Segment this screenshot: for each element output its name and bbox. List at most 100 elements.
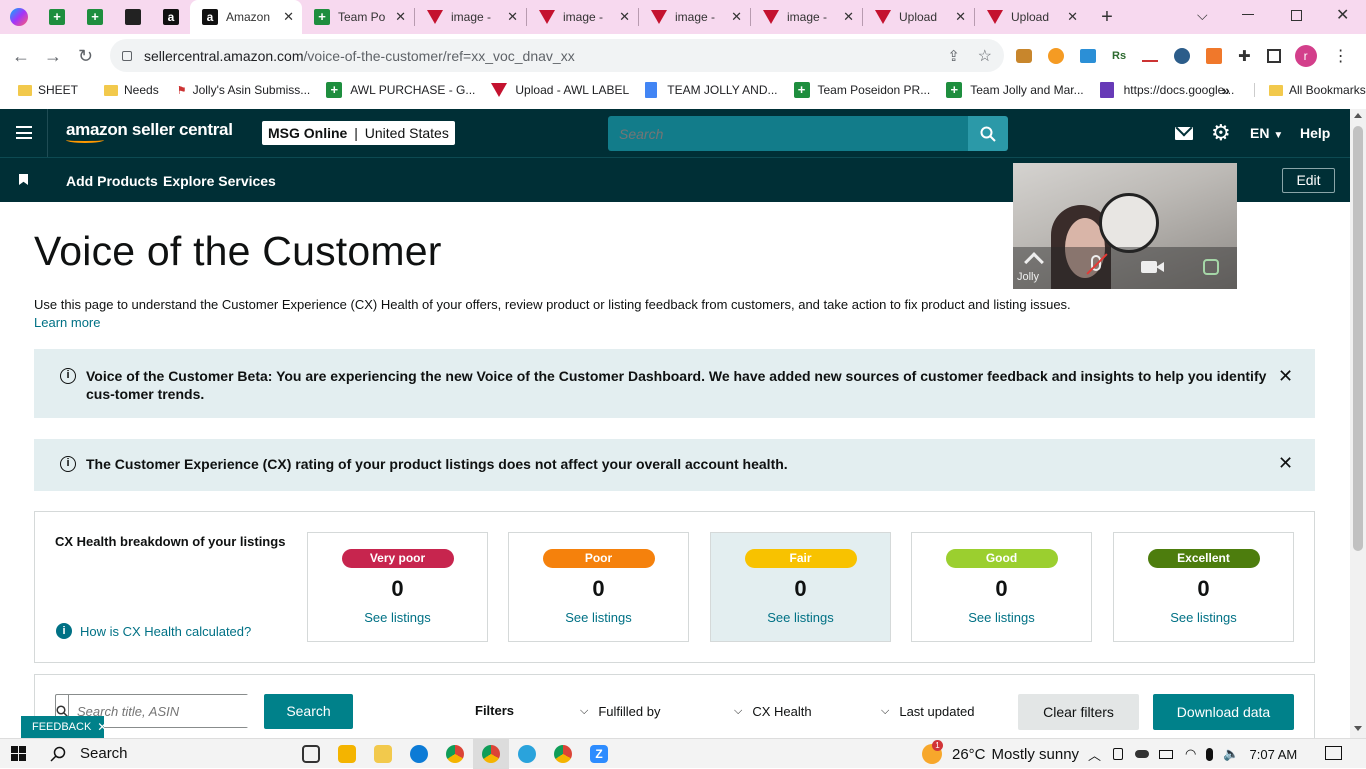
chrome-active-icon[interactable]: [473, 738, 509, 769]
tab-close-icon[interactable]: ✕: [955, 9, 966, 25]
windows-start-icon[interactable]: [11, 746, 26, 761]
sheets-pinned-tab-2[interactable]: +: [76, 0, 114, 34]
tray-mic-icon[interactable]: [1206, 747, 1214, 761]
extension-plane-icon[interactable]: [1142, 50, 1159, 62]
cx-health-dropdown[interactable]: ⌵ CX Health: [734, 704, 812, 719]
bookmark-item[interactable]: ⚑ Jolly's Asin Submiss...: [177, 83, 311, 97]
edge-icon[interactable]: [410, 744, 428, 763]
puzzle-extensions-icon[interactable]: ✚: [1238, 47, 1251, 65]
bookmark-icon[interactable]: [19, 174, 28, 185]
fulfilled-by-dropdown[interactable]: ⌵ Fulfilled by: [580, 704, 660, 719]
tab-close-icon[interactable]: ✕: [619, 9, 630, 25]
clear-filters-button[interactable]: Clear filters: [1018, 694, 1139, 730]
weather-widget[interactable]: 1 26°C Mostly sunny: [922, 739, 1079, 769]
camera-icon[interactable]: [1141, 261, 1157, 273]
notifications-icon[interactable]: [1325, 746, 1342, 760]
chrome-profile-icon[interactable]: [554, 744, 572, 763]
close-icon[interactable]: ✕: [97, 720, 107, 734]
bookmark-item[interactable]: TEAM JOLLY AND...: [645, 82, 778, 98]
bookmark-item[interactable]: + AWL PURCHASE - G...: [326, 82, 475, 98]
clock[interactable]: 7:07 AM: [1250, 747, 1298, 762]
cx-how-link[interactable]: i How is CX Health calculated?: [56, 623, 251, 639]
bookmark-star-icon[interactable]: ☆: [978, 46, 992, 66]
tab-upload-1[interactable]: Upload ✕: [863, 0, 974, 34]
reload-icon[interactable]: ↻: [78, 46, 93, 67]
help-link[interactable]: Help: [1300, 125, 1330, 141]
tab-image-3[interactable]: image - ✕: [639, 0, 750, 34]
bookmark-item[interactable]: Upload - AWL LABEL: [491, 83, 629, 97]
nav-explore-services[interactable]: Explore Services: [163, 173, 276, 189]
zoom-icon[interactable]: Z: [590, 744, 608, 763]
sheets-pinned-tab-1[interactable]: +: [38, 0, 76, 34]
language-selector[interactable]: EN ▼: [1250, 125, 1283, 141]
tab-close-icon[interactable]: ✕: [843, 9, 854, 25]
telegram-icon[interactable]: [518, 744, 536, 763]
file-explorer-icon[interactable]: [374, 744, 392, 763]
listing-search-button[interactable]: Search: [264, 694, 353, 729]
task-view-icon[interactable]: [302, 744, 320, 763]
see-listings-link[interactable]: See listings: [308, 610, 487, 625]
bookmark-item[interactable]: SHEET: [18, 83, 78, 97]
extension-circle-icon[interactable]: [1048, 48, 1064, 64]
menu-kebab-icon[interactable]: ⋮: [1333, 46, 1349, 66]
feedback-tab[interactable]: FEEDBACK ✕: [21, 716, 107, 738]
share-icon[interactable]: ⇪: [947, 47, 960, 65]
learn-more-link[interactable]: Learn more: [34, 315, 100, 330]
video-call-overlay[interactable]: Jolly: [1013, 163, 1237, 289]
scroll-down-icon[interactable]: [1354, 726, 1362, 731]
tab-close-icon[interactable]: ✕: [1067, 9, 1078, 25]
tab-close-icon[interactable]: ✕: [507, 9, 518, 25]
close-icon[interactable]: ✕: [1278, 366, 1293, 387]
tab-image-2[interactable]: image - ✕: [527, 0, 638, 34]
more-bookmarks-icon[interactable]: »: [1222, 82, 1230, 98]
bookmark-item[interactable]: + Team Poseidon PR...: [793, 82, 930, 98]
see-listings-link[interactable]: See listings: [912, 610, 1091, 625]
tray-battery-icon[interactable]: [1159, 749, 1174, 759]
hamburger-menu-icon[interactable]: [16, 126, 32, 139]
extension-gear-icon[interactable]: [1174, 48, 1191, 64]
settings-gear-icon[interactable]: ⚙: [1211, 120, 1231, 146]
tray-meet-icon[interactable]: [1113, 748, 1124, 760]
tab-amazon[interactable]: a Amazon ✕: [190, 0, 302, 34]
bookmark-item[interactable]: https://docs.google...: [1099, 82, 1234, 98]
side-panel-icon[interactable]: [1266, 49, 1281, 63]
tab-close-icon[interactable]: ✕: [395, 9, 406, 25]
store-selector[interactable]: MSG Online | United States: [262, 121, 455, 145]
extension-fba-icon[interactable]: [1080, 49, 1096, 63]
restore-icon[interactable]: [1291, 10, 1302, 21]
tray-wifi-icon[interactable]: ◠: [1185, 746, 1196, 762]
minimize-icon[interactable]: [1242, 14, 1254, 15]
edit-nav-button[interactable]: Edit: [1282, 168, 1335, 193]
messenger-pinned-tab[interactable]: [0, 0, 38, 34]
profile-pinned-tab[interactable]: [114, 0, 152, 34]
nav-add-products[interactable]: Add Products: [66, 173, 158, 189]
tray-cloud-icon[interactable]: [1135, 750, 1150, 758]
download-data-button[interactable]: Download data: [1153, 694, 1294, 730]
all-bookmarks[interactable]: All Bookmarks: [1254, 83, 1366, 97]
see-listings-link[interactable]: See listings: [711, 610, 890, 625]
back-arrow-icon[interactable]: ←: [12, 46, 30, 67]
page-scrollbar[interactable]: [1350, 109, 1366, 738]
profile-avatar[interactable]: r: [1294, 45, 1317, 67]
tab-team[interactable]: + Team Po ✕: [302, 0, 414, 34]
tab-search-chevron-down-icon[interactable]: ⌵: [1197, 7, 1208, 24]
tab-image-1[interactable]: image - ✕: [415, 0, 526, 34]
scroll-thumb[interactable]: [1353, 126, 1363, 551]
address-bar[interactable]: sellercentral.amazon.com /voice-of-the-c…: [110, 39, 1004, 72]
tab-image-4[interactable]: image - ✕: [751, 0, 862, 34]
extension-rs-icon[interactable]: Rs: [1112, 50, 1126, 62]
global-search[interactable]: [608, 116, 968, 151]
close-window-icon[interactable]: ✕: [1336, 5, 1349, 25]
extension-js-icon[interactable]: [1206, 48, 1223, 64]
bookmark-item[interactable]: Needs: [104, 83, 159, 97]
chrome-icon[interactable]: [446, 744, 464, 763]
taskbar-search[interactable]: Search: [40, 739, 294, 769]
popout-icon[interactable]: [1203, 259, 1219, 275]
bookmark-item[interactable]: + Team Jolly and Mar...: [946, 82, 1084, 98]
amazon-pinned-tab[interactable]: a: [152, 0, 190, 34]
mail-icon[interactable]: [1175, 119, 1193, 140]
search-button[interactable]: [968, 116, 1008, 151]
scroll-up-icon[interactable]: [1354, 113, 1362, 118]
global-search-input[interactable]: [608, 116, 968, 151]
close-icon[interactable]: ✕: [1278, 453, 1293, 474]
